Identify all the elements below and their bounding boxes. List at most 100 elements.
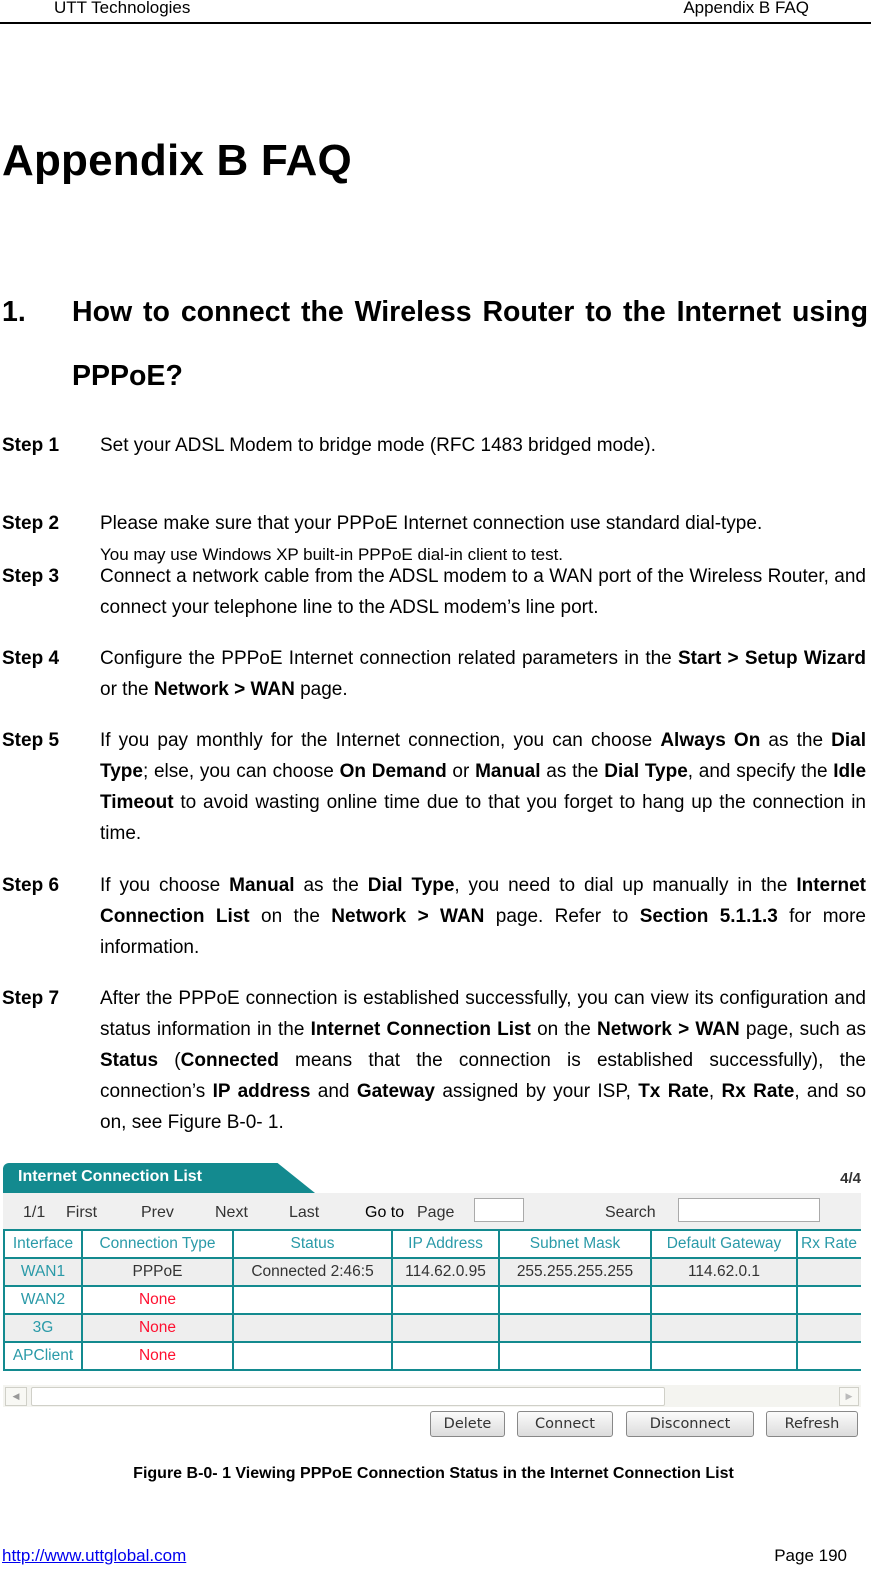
column-header[interactable]: Default Gateway bbox=[650, 1229, 798, 1259]
figure-caption: Figure B-0- 1 Viewing PPPoE Connection S… bbox=[0, 1465, 871, 1483]
step-text-segment: page. Refer to bbox=[484, 906, 640, 927]
step-text-segment: as the bbox=[760, 730, 832, 751]
column-header[interactable]: Subnet Mask bbox=[498, 1229, 652, 1259]
step-text-segment: ; else, you can choose bbox=[142, 761, 340, 782]
bold-term: Connected bbox=[180, 1050, 279, 1071]
table-row[interactable]: WAN1 PPPoE Connected 2:46:5 114.62.0.95 … bbox=[3, 1257, 861, 1287]
page-header: UTT Technologies Appendix B FAQ bbox=[0, 0, 871, 24]
step-text-segment: , bbox=[708, 1081, 722, 1102]
cell-subnet-mask bbox=[498, 1285, 652, 1315]
cell-interface[interactable]: APClient bbox=[3, 1341, 83, 1371]
bold-term: Internet Connection List bbox=[310, 1019, 531, 1040]
bold-term: Start > Setup Wizard bbox=[677, 648, 866, 669]
search-input[interactable] bbox=[678, 1198, 820, 1222]
goto-link[interactable]: Go to bbox=[365, 1204, 404, 1222]
scrollbar-thumb[interactable] bbox=[31, 1387, 665, 1406]
footer-website-link[interactable]: http://www.uttglobal.com bbox=[2, 1546, 186, 1566]
step-text-segment: Configure the PPPoE Internet connection … bbox=[100, 648, 678, 669]
bold-term: Section 5.1.1.3 bbox=[639, 906, 778, 927]
step-text-segment: If you choose bbox=[100, 875, 230, 896]
bold-term: Tx Rate bbox=[638, 1081, 709, 1102]
cell-rx-rate bbox=[796, 1285, 861, 1315]
step-text-segment: and bbox=[310, 1081, 357, 1102]
step-text-segment: to avoid wasting online time due to that… bbox=[100, 792, 866, 844]
question-number: 1. bbox=[2, 296, 26, 328]
step-text-segment: assigned by your ISP, bbox=[434, 1081, 639, 1102]
scroll-right-icon[interactable]: ▶ bbox=[839, 1387, 859, 1406]
step-text-segment: on the bbox=[249, 906, 332, 927]
horizontal-scrollbar[interactable]: ◀ ▶ bbox=[3, 1385, 861, 1407]
disconnect-button[interactable]: Disconnect bbox=[626, 1411, 754, 1437]
bold-term: Dial Type bbox=[604, 761, 688, 782]
step-label: Step 2 bbox=[2, 513, 60, 534]
cell-interface[interactable]: 3G bbox=[3, 1313, 83, 1343]
step-text-segment: Connect a network cable from the ADSL mo… bbox=[100, 566, 866, 618]
connect-button[interactable]: Connect bbox=[517, 1411, 613, 1437]
page-label: Page bbox=[417, 1204, 455, 1221]
step-body: Set your ADSL Modem to bridge mode (RFC … bbox=[100, 430, 866, 461]
page-info: 1/1 bbox=[23, 1204, 46, 1221]
cell-rx-rate: 17 bbox=[796, 1257, 861, 1287]
column-header[interactable]: Status bbox=[232, 1229, 393, 1259]
step-text-segment: Please make sure that your PPPoE Interne… bbox=[100, 513, 763, 534]
internet-connection-list-panel: Internet Connection List 4/4 1/1 First P… bbox=[3, 1163, 861, 1445]
cell-ip-address bbox=[391, 1313, 500, 1343]
bold-term: Manual bbox=[475, 761, 541, 782]
last-link[interactable]: Last bbox=[289, 1204, 319, 1222]
step-text: Please make sure that your PPPoE Interne… bbox=[100, 508, 866, 539]
header-company: UTT Technologies bbox=[54, 0, 191, 17]
step-text-segment: or bbox=[446, 761, 476, 782]
refresh-button[interactable]: Refresh bbox=[766, 1411, 858, 1437]
cell-default-gateway bbox=[650, 1313, 798, 1343]
cell-interface[interactable]: WAN1 bbox=[3, 1257, 83, 1287]
bold-term: Rx Rate bbox=[721, 1081, 795, 1102]
figure-caption-text: Figure B-0- 1 Viewing PPPoE Connection S… bbox=[133, 1465, 734, 1482]
panel-tab: Internet Connection List bbox=[3, 1163, 315, 1193]
step-body: If you pay monthly for the Internet conn… bbox=[100, 725, 866, 849]
step-text-segment: , and specify the bbox=[687, 761, 834, 782]
page-input[interactable] bbox=[474, 1198, 524, 1222]
step-text-segment: Set your ADSL Modem to bridge mode (RFC … bbox=[100, 435, 656, 456]
pager-bar: 1/1 First Prev Next Last Go to Page Sear… bbox=[3, 1193, 861, 1229]
table-row[interactable]: APClient None bbox=[3, 1341, 861, 1371]
cell-status: Connected 2:46:5 bbox=[232, 1257, 393, 1287]
page-number: Page 190 bbox=[774, 1546, 847, 1565]
action-buttons: Delete Connect Disconnect Refresh bbox=[3, 1411, 861, 1437]
cell-connection-type: None bbox=[81, 1285, 234, 1315]
bold-term: Always On bbox=[660, 730, 761, 751]
scroll-left-icon[interactable]: ◀ bbox=[5, 1387, 27, 1406]
step-text-segment: ( bbox=[158, 1050, 181, 1071]
next-link[interactable]: Next bbox=[215, 1204, 248, 1222]
step-body: After the PPPoE connection is establishe… bbox=[100, 983, 866, 1138]
cell-connection-type: None bbox=[81, 1341, 234, 1371]
step-label: Step 7 bbox=[2, 988, 60, 1009]
prev-link[interactable]: Prev bbox=[141, 1204, 174, 1222]
bold-term: Gateway bbox=[356, 1081, 435, 1102]
table-header-row: Interface Connection Type Status IP Addr… bbox=[3, 1229, 861, 1259]
table-row[interactable]: WAN2 None bbox=[3, 1285, 861, 1315]
question-text: How to connect the Wireless Router to th… bbox=[72, 296, 868, 392]
column-header[interactable]: Rx Rate bbox=[796, 1229, 861, 1259]
table-row[interactable]: 3G None bbox=[3, 1313, 861, 1343]
delete-button[interactable]: Delete bbox=[430, 1411, 505, 1437]
cell-subnet-mask: 255.255.255.255 bbox=[498, 1257, 652, 1287]
cell-ip-address bbox=[391, 1285, 500, 1315]
column-header[interactable]: Connection Type bbox=[81, 1229, 234, 1259]
column-header[interactable]: IP Address bbox=[391, 1229, 500, 1259]
step-text-segment: as the bbox=[540, 761, 605, 782]
bold-term: Network > WAN bbox=[596, 1019, 740, 1040]
record-count: 4/4 bbox=[840, 1170, 861, 1187]
cell-default-gateway: 114.62.0.1 bbox=[650, 1257, 798, 1287]
first-link[interactable]: First bbox=[66, 1204, 97, 1222]
step-label: Step 1 bbox=[2, 435, 60, 456]
step-text-segment: on the bbox=[530, 1019, 597, 1040]
cell-subnet-mask bbox=[498, 1341, 652, 1371]
step-text-segment: If you pay monthly for the Internet conn… bbox=[100, 730, 661, 751]
bold-term: Status bbox=[100, 1050, 159, 1071]
cell-interface[interactable]: WAN2 bbox=[3, 1285, 83, 1315]
panel-title: Internet Connection List bbox=[18, 1168, 202, 1185]
connection-table-viewport: Interface Connection Type Status IP Addr… bbox=[3, 1229, 861, 1385]
step-text-segment: as the bbox=[294, 875, 368, 896]
cell-status bbox=[232, 1341, 393, 1371]
column-header[interactable]: Interface bbox=[3, 1229, 83, 1259]
